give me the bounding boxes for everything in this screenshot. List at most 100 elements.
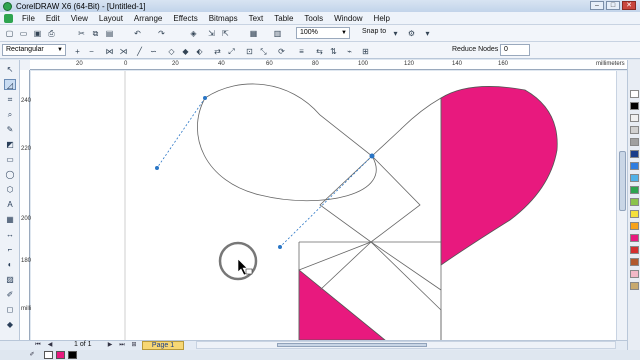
horizontal-scroll-thumb[interactable] <box>277 343 427 347</box>
extend-curve-icon[interactable]: ⤢ <box>226 46 237 57</box>
application-launcher-icon[interactable]: ▦ <box>248 28 259 39</box>
align-nodes-icon[interactable]: ≡ <box>296 46 307 57</box>
menu-table[interactable]: Table <box>274 14 293 23</box>
transparency-tool-icon[interactable]: ▨ <box>4 274 16 285</box>
polygon-tool-icon[interactable]: ⬡ <box>4 184 16 195</box>
cusp-node-icon[interactable]: ◇ <box>166 46 177 57</box>
save-icon[interactable]: ▣ <box>32 28 43 39</box>
palette-swatch[interactable] <box>630 210 639 218</box>
palette-swatch[interactable] <box>630 282 639 290</box>
cut-icon[interactable]: ✂ <box>76 28 87 39</box>
reverse-direction-icon[interactable]: ⇄ <box>212 46 223 57</box>
next-page-icon[interactable]: ▶ <box>106 341 114 349</box>
search-content-icon[interactable]: ◈ <box>188 28 199 39</box>
copy-icon[interactable]: ⧉ <box>90 28 101 39</box>
palette-swatch[interactable] <box>630 102 639 110</box>
shape-tool-icon[interactable]: ◿ <box>4 79 16 90</box>
menu-file[interactable]: File <box>22 14 35 23</box>
fill-color-swatch[interactable] <box>56 351 65 359</box>
snap-dropdown-icon[interactable]: ▾ <box>390 28 401 39</box>
palette-swatch[interactable] <box>630 198 639 206</box>
import-icon[interactable]: ⇲ <box>206 28 217 39</box>
table-tool-icon[interactable]: ▦ <box>4 214 16 225</box>
drawing-canvas[interactable] <box>31 71 627 340</box>
vertical-scrollbar[interactable] <box>616 71 627 340</box>
first-page-icon[interactable]: ⏮ <box>34 341 42 349</box>
options-gear-icon[interactable]: ⚙ <box>406 28 417 39</box>
print-icon[interactable]: ⎙ <box>46 28 57 39</box>
connector-tool-icon[interactable]: ⌐ <box>4 244 16 255</box>
rotate-nodes-icon[interactable]: ⟳ <box>276 46 287 57</box>
close-button[interactable]: ✕ <box>622 1 636 10</box>
eyedropper-tool-icon[interactable]: ✐ <box>4 289 16 300</box>
fill-tool-icon[interactable]: ◆ <box>4 319 16 330</box>
export-icon[interactable]: ⇱ <box>220 28 231 39</box>
page-tab[interactable]: Page 1 <box>142 341 184 350</box>
selection-mode-select[interactable]: Rectangular ▼ <box>2 44 66 56</box>
palette-swatch[interactable] <box>630 258 639 266</box>
palette-swatch[interactable] <box>630 114 639 122</box>
join-nodes-icon[interactable]: ⋈ <box>104 46 115 57</box>
menu-help[interactable]: Help <box>374 14 390 23</box>
add-node-icon[interactable]: + <box>72 46 83 57</box>
open-folder-icon[interactable]: ▭ <box>18 28 29 39</box>
menu-arrange[interactable]: Arrange <box>134 14 162 23</box>
pick-tool-icon[interactable]: ↖ <box>4 64 16 75</box>
palette-swatch[interactable] <box>630 270 639 278</box>
menu-view[interactable]: View <box>71 14 88 23</box>
to-line-icon[interactable]: ╱ <box>134 46 145 57</box>
document-icon[interactable] <box>4 13 13 23</box>
palette-swatch[interactable] <box>630 162 639 170</box>
menu-text[interactable]: Text <box>249 14 264 23</box>
application-menu-icon[interactable]: ▾ <box>422 28 433 39</box>
vertical-ruler[interactable]: 240 220 200 180 millimeters <box>20 70 50 340</box>
new-document-icon[interactable]: ▢ <box>4 28 15 39</box>
rectangle-tool-icon[interactable]: ▭ <box>4 154 16 165</box>
ruler-origin[interactable] <box>20 60 30 70</box>
delete-node-icon[interactable]: − <box>86 46 97 57</box>
reflect-horizontal-icon[interactable]: ⇆ <box>314 46 325 57</box>
no-fill-swatch[interactable] <box>44 351 53 359</box>
horizontal-ruler[interactable]: 20 0 20 40 60 80 100 120 140 160 millime… <box>30 60 627 70</box>
snap-to-button[interactable]: Snap to <box>362 28 386 35</box>
smooth-node-icon[interactable]: ◆ <box>180 46 191 57</box>
palette-swatch[interactable] <box>630 246 639 254</box>
blend-tool-icon[interactable]: ◐ <box>4 259 16 270</box>
extract-subpath-icon[interactable]: ⊡ <box>244 46 255 57</box>
menu-layout[interactable]: Layout <box>99 14 123 23</box>
add-page-icon[interactable]: ⊞ <box>130 341 138 349</box>
palette-swatch[interactable] <box>630 174 639 182</box>
ellipse-tool-icon[interactable]: ◯ <box>4 169 16 180</box>
crop-tool-icon[interactable]: ⌗ <box>4 94 16 105</box>
outline-tool-icon[interactable]: ◻ <box>4 304 16 315</box>
maximize-button[interactable]: □ <box>606 1 620 10</box>
reduce-nodes-input[interactable]: 0 <box>500 44 530 56</box>
palette-swatch[interactable] <box>630 150 639 158</box>
stretch-nodes-icon[interactable]: ⤡ <box>258 46 269 57</box>
elastic-mode-icon[interactable]: ⌁ <box>344 46 355 57</box>
last-page-icon[interactable]: ⏭ <box>118 341 126 349</box>
minimize-button[interactable]: – <box>590 1 604 10</box>
palette-swatch[interactable] <box>630 234 639 242</box>
select-all-nodes-icon[interactable]: ⊞ <box>360 46 371 57</box>
palette-swatch[interactable] <box>630 222 639 230</box>
palette-swatch[interactable] <box>630 90 639 98</box>
to-curve-icon[interactable]: ∽ <box>148 46 159 57</box>
paste-icon[interactable]: ▤ <box>104 28 115 39</box>
dimension-tool-icon[interactable]: ↔ <box>4 229 16 240</box>
freehand-tool-icon[interactable]: ✎ <box>4 124 16 135</box>
previous-page-icon[interactable]: ◀ <box>46 341 54 349</box>
eyedropper-icon[interactable]: ✐ <box>28 351 36 359</box>
text-tool-icon[interactable]: A <box>4 199 16 210</box>
welcome-screen-icon[interactable]: ▥ <box>272 28 283 39</box>
menu-effects[interactable]: Effects <box>173 14 197 23</box>
reflect-vertical-icon[interactable]: ⇅ <box>328 46 339 57</box>
menu-bitmaps[interactable]: Bitmaps <box>209 14 238 23</box>
palette-swatch[interactable] <box>630 138 639 146</box>
smart-fill-tool-icon[interactable]: ◩ <box>4 139 16 150</box>
menu-tools[interactable]: Tools <box>304 14 323 23</box>
menu-edit[interactable]: Edit <box>46 14 60 23</box>
undo-icon[interactable]: ↶ <box>132 28 143 39</box>
outline-color-swatch[interactable] <box>68 351 77 359</box>
zoom-tool-icon[interactable]: ⌕ <box>4 109 16 120</box>
